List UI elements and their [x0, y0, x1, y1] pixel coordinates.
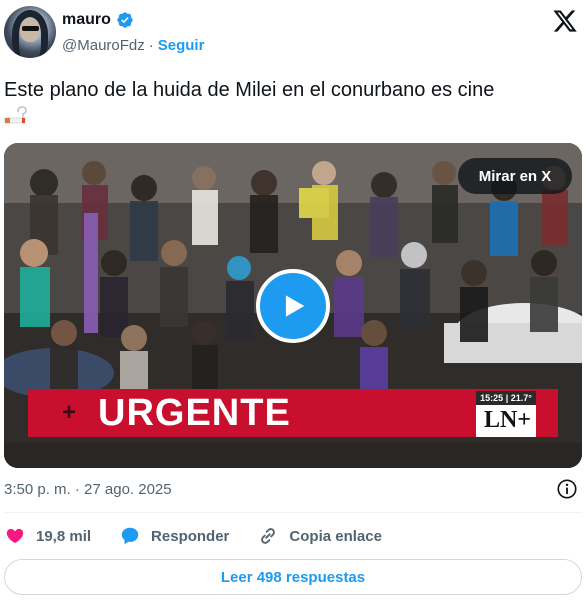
channel-time: 15:25 | 21.7° — [476, 391, 536, 405]
action-bar: 19,8 mil Responder Copia enlace — [4, 524, 410, 548]
avatar[interactable] — [4, 6, 56, 58]
banner-plus: + — [62, 399, 77, 426]
handle-separator: · — [148, 37, 154, 54]
author-display-name[interactable]: mauro — [62, 11, 111, 29]
video-player[interactable]: Mirar en X + URGENTE 15:25 | 21.7° LN+ — [4, 143, 582, 468]
banner-text: URGENTE — [98, 392, 291, 434]
tweet-header: mauro @MauroFdz · Seguir — [0, 0, 586, 68]
reply-button[interactable]: Responder — [119, 525, 229, 547]
view-on-x-button[interactable]: Mirar en X — [458, 158, 572, 194]
x-logo-icon[interactable] — [552, 8, 578, 34]
like-button[interactable]: 19,8 mil — [4, 525, 91, 547]
reply-bubble-icon — [121, 527, 139, 545]
follow-button[interactable]: Seguir — [158, 37, 205, 54]
tweet-timestamp[interactable]: 3:50 p. m. · 27 ago. 2025 — [4, 481, 172, 498]
channel-logo-text: LN+ — [484, 407, 532, 433]
author-handle-row: @MauroFdz · Seguir — [62, 37, 204, 54]
verified-badge-icon — [117, 12, 133, 28]
heart-icon — [6, 528, 24, 544]
reply-label: Responder — [151, 527, 230, 545]
play-icon — [285, 295, 305, 317]
like-count: 19,8 mil — [36, 527, 92, 545]
copy-link-label: Copia enlace — [289, 527, 382, 545]
copy-link-button[interactable]: Copia enlace — [257, 525, 382, 547]
play-button[interactable] — [256, 269, 330, 343]
author-name-row: mauro — [62, 11, 134, 29]
smoking-question-emoji-icon — [4, 106, 27, 124]
info-icon[interactable] — [556, 478, 578, 500]
read-replies-button[interactable]: Leer 498 respuestas — [4, 559, 582, 595]
channel-logo: LN+ — [476, 405, 536, 437]
divider — [4, 512, 582, 513]
link-icon — [261, 528, 276, 544]
tweet-text: Este plano de la huida de Milei en el co… — [4, 79, 495, 101]
author-handle[interactable]: @MauroFdz — [62, 37, 145, 54]
